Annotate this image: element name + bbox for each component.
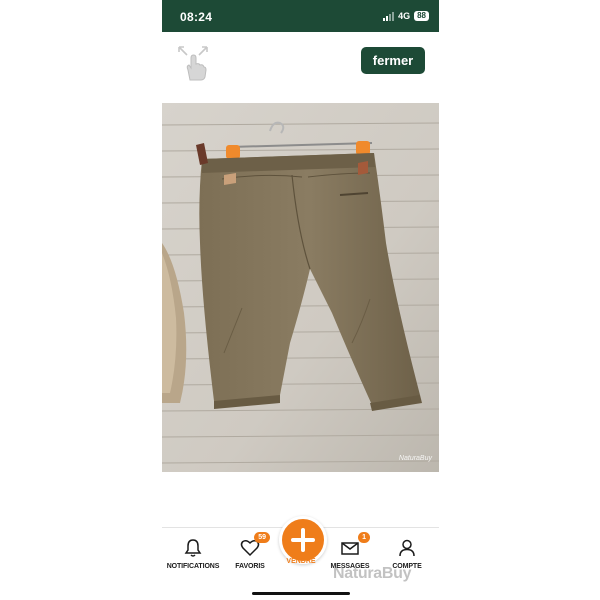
app-screen: 08:24 4G 88 fermer NaturaBuy NOTIFICATIO… bbox=[162, 0, 439, 600]
signal-icon bbox=[383, 11, 395, 21]
nav-favoris[interactable]: 59 FAVORIS bbox=[223, 532, 277, 570]
messages-icon-wrap: 1 bbox=[340, 532, 370, 558]
user-icon bbox=[399, 539, 415, 557]
network-type: 4G bbox=[398, 11, 411, 21]
pinch-zoom-hand-icon bbox=[178, 46, 208, 81]
status-indicators: 4G 88 bbox=[383, 11, 429, 21]
product-photo[interactable] bbox=[162, 103, 439, 472]
battery-level: 88 bbox=[414, 11, 429, 21]
favoris-icon-wrap: 59 bbox=[240, 532, 270, 558]
nav-label-notifications: NOTIFICATIONS bbox=[166, 563, 220, 570]
brand-watermark: NaturaBuy bbox=[333, 565, 412, 582]
sell-button[interactable] bbox=[279, 516, 327, 564]
sell-label[interactable]: VENDRE bbox=[273, 558, 329, 565]
nav-notifications[interactable]: NOTIFICATIONS bbox=[166, 538, 220, 570]
status-time: 08:24 bbox=[180, 10, 213, 24]
plus-icon bbox=[291, 528, 315, 552]
bottom-navigation: NOTIFICATIONS 59 FAVORIS VENDRE 1 MESSAG… bbox=[162, 516, 439, 600]
favoris-badge: 59 bbox=[254, 532, 270, 543]
close-button[interactable]: fermer bbox=[361, 47, 425, 74]
messages-badge: 1 bbox=[358, 532, 370, 543]
nav-label-favoris: FAVORIS bbox=[235, 563, 265, 570]
photo-watermark: NaturaBuy bbox=[398, 455, 432, 462]
mail-icon bbox=[341, 542, 359, 555]
bell-icon bbox=[184, 539, 202, 557]
status-bar: 08:24 4G 88 bbox=[162, 0, 439, 32]
home-indicator[interactable] bbox=[252, 592, 350, 595]
